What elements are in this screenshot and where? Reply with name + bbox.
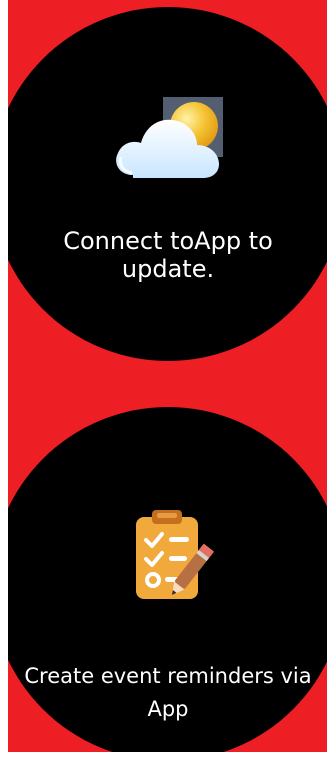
clipboard-checklist-pencil-icon	[136, 510, 214, 599]
watch-faces-panel: Connect toApp to update. Create event re…	[8, 0, 327, 752]
app-screen: Connect toApp to update. Create event re…	[0, 0, 333, 760]
reminders-watch-face: Create event reminders via App	[8, 407, 327, 752]
weather-message: Connect toApp to update.	[63, 227, 273, 284]
reminders-message: Create event reminders via App	[24, 664, 312, 721]
weather-watch-face: Connect toApp to update.	[8, 7, 327, 361]
weather-cloud-sun-icon	[116, 97, 223, 178]
